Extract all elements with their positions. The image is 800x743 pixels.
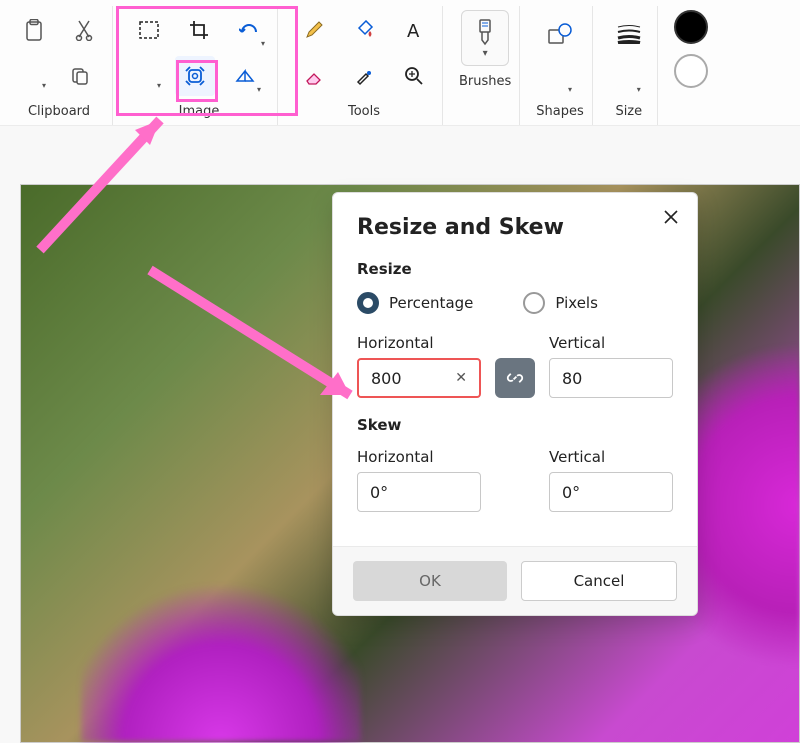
skew-vertical-input[interactable]: 0° [549,472,673,512]
color-primary[interactable] [674,10,708,44]
crop-button[interactable] [179,10,219,50]
paste-button[interactable] [14,10,54,50]
resize-vertical-input[interactable]: 80 [549,358,673,398]
eraser-tool[interactable] [294,56,334,96]
ok-button[interactable]: OK [353,561,507,601]
skew-vertical-label: Vertical [549,448,673,466]
resize-section-label: Resize [357,260,673,278]
select-dropdown[interactable] [133,60,165,92]
size-dropdown[interactable] [613,64,645,96]
magnifier-tool[interactable] [394,56,434,96]
ribbon-group-image: Image [121,6,278,125]
cut-button[interactable] [64,10,104,50]
clear-input-icon[interactable]: ✕ [455,370,467,386]
group-label-shapes: Shapes [536,104,583,119]
resize-button[interactable] [175,56,215,96]
dialog-title: Resize and Skew [357,215,673,240]
resize-horizontal-label: Horizontal [357,334,481,352]
brushes-button[interactable]: ▾ [461,10,509,66]
ribbon-group-brushes: ▾ Brushes [451,6,520,125]
color-picker-tool[interactable] [344,56,384,96]
ribbon-group-size: Size [601,6,658,125]
skew-section-label: Skew [357,416,673,434]
group-label-clipboard: Clipboard [28,104,90,119]
ribbon-group-shapes: Shapes [528,6,592,125]
group-label-tools: Tools [348,104,380,119]
cancel-button[interactable]: Cancel [521,561,677,601]
resize-vertical-value: 80 [562,369,582,388]
resize-skew-dialog: Resize and Skew Resize Percentage Pixels… [332,192,698,616]
ribbon-toolbar: Clipboard [0,0,800,126]
pencil-tool[interactable] [294,10,334,50]
skew-horizontal-input[interactable]: 0° [357,472,481,512]
shapes-button[interactable] [540,10,580,58]
size-button[interactable] [609,10,649,58]
radio-pixels-label: Pixels [555,294,598,312]
fill-tool[interactable] [344,10,384,50]
resize-vertical-label: Vertical [549,334,673,352]
radio-icon [357,292,379,314]
rotate-button[interactable] [229,10,269,50]
close-button[interactable] [657,203,685,231]
dialog-footer: OK Cancel [333,546,697,615]
select-button[interactable] [129,10,169,50]
text-tool[interactable]: A [394,10,434,50]
resize-horizontal-value: 800 [371,369,402,388]
radio-percentage[interactable]: Percentage [357,292,473,314]
resize-mode-radio-group: Percentage Pixels [357,292,673,314]
ribbon-group-clipboard: Clipboard [6,6,113,125]
group-label-brushes: Brushes [459,74,511,89]
radio-percentage-label: Percentage [389,294,473,312]
skew-vertical-value: 0° [562,483,580,502]
shapes-dropdown[interactable] [544,64,576,96]
ribbon-group-colors [666,6,716,125]
photo-flower-decoration [81,542,361,742]
radio-icon [523,292,545,314]
chevron-down-icon: ▾ [483,48,488,59]
ribbon-group-tools: A Tools [286,6,443,125]
color-secondary[interactable] [674,54,708,88]
copy-button[interactable] [60,56,100,96]
radio-pixels[interactable]: Pixels [523,292,598,314]
flip-button[interactable] [225,56,265,96]
skew-horizontal-value: 0° [370,483,388,502]
group-label-size: Size [615,104,642,119]
group-label-image: Image [179,104,220,119]
skew-horizontal-label: Horizontal [357,448,481,466]
paste-dropdown[interactable] [18,60,50,92]
resize-horizontal-input[interactable]: 800 ✕ [357,358,481,398]
svg-text:A: A [407,21,420,40]
aspect-ratio-lock-button[interactable] [495,358,535,398]
